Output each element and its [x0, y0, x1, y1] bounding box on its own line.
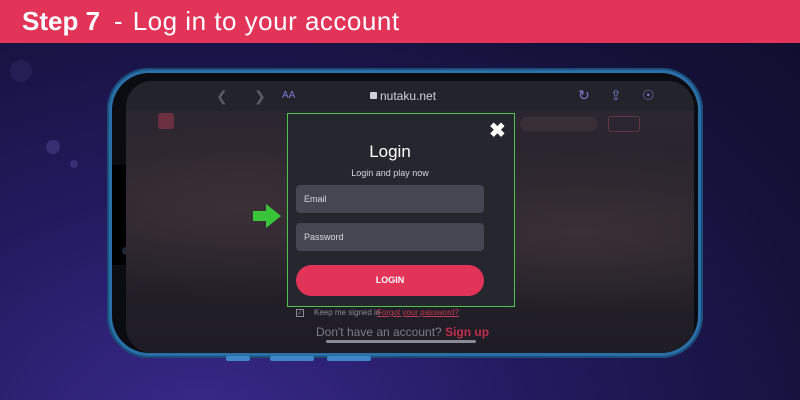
- sign-up-link[interactable]: Sign up: [445, 325, 489, 339]
- forgot-password-link[interactable]: Forgot your password?: [377, 308, 459, 317]
- nutaku-logo: [158, 113, 174, 129]
- browser-url-bar: ❮ ❯ AA nutaku.net ↻ ⇪ ☉: [126, 81, 694, 111]
- bokeh-light: [46, 140, 60, 154]
- bokeh-light: [10, 60, 32, 82]
- phone-button: [226, 356, 250, 361]
- modal-subtitle: Login and play now: [351, 168, 429, 178]
- close-icon[interactable]: ✖: [489, 120, 506, 142]
- share-icon[interactable]: ⇪: [610, 87, 622, 104]
- step-number: Step 7: [22, 6, 101, 36]
- reload-icon[interactable]: ↻: [578, 87, 590, 104]
- lock-icon: [370, 92, 377, 99]
- checkbox-icon[interactable]: ✓: [296, 308, 304, 317]
- phone-button: [270, 356, 314, 361]
- phone-button: [327, 356, 371, 361]
- url-display[interactable]: nutaku.net: [370, 89, 436, 103]
- home-indicator: [326, 340, 476, 343]
- compass-icon[interactable]: ☉: [642, 87, 655, 104]
- site-search-bar: [520, 117, 598, 131]
- signup-prompt: Don't have an account? Sign up: [316, 325, 489, 339]
- text-size-button[interactable]: AA: [282, 90, 295, 101]
- no-account-text: Don't have an account?: [316, 325, 442, 339]
- bokeh-light: [70, 160, 78, 168]
- arrow-right-icon: [253, 204, 281, 228]
- url-text: nutaku.net: [380, 89, 437, 103]
- password-field[interactable]: Password: [296, 223, 484, 251]
- keep-signed-in-row: ✓ Keep me signed in: [296, 308, 380, 317]
- step-banner: Step 7 - Log in to your account: [0, 0, 800, 43]
- keep-signed-in-label: Keep me signed in: [314, 308, 381, 317]
- login-button[interactable]: LOGIN: [296, 265, 484, 296]
- banner-title: Log in to your account: [132, 6, 400, 36]
- banner-separator: -: [114, 6, 123, 36]
- email-field[interactable]: Email: [296, 185, 484, 213]
- forward-icon[interactable]: ❯: [254, 88, 266, 105]
- modal-title: Login: [369, 142, 411, 161]
- site-header-button: [608, 116, 640, 132]
- back-icon[interactable]: ❮: [216, 88, 228, 105]
